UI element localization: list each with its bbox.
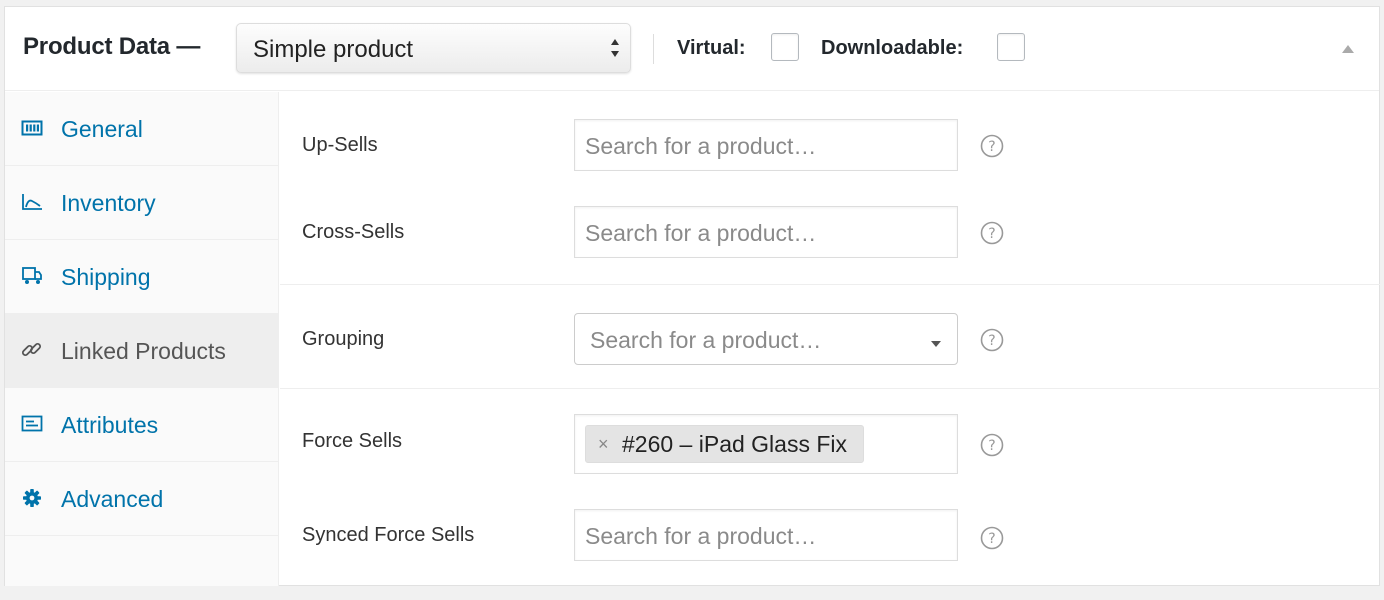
downloadable-checkbox[interactable]: [997, 33, 1025, 61]
inventory-icon: [21, 192, 43, 212]
upsells-input[interactable]: Search for a product…: [574, 119, 958, 171]
crosssells-placeholder: Search for a product…: [585, 220, 817, 246]
tab-general-label: General: [61, 116, 143, 142]
product-data-tabs: General Inventory Shipping Linked Produc…: [5, 92, 279, 586]
svg-text:?: ?: [988, 333, 995, 349]
grouping-select[interactable]: Search for a product…: [574, 313, 958, 365]
chevron-down-icon: [930, 335, 942, 347]
header-divider: [653, 34, 654, 64]
linked-products-content: Up-Sells Search for a product… ? Cross-S…: [280, 92, 1380, 586]
tab-advanced-label: Advanced: [61, 486, 164, 512]
group-divider: [280, 284, 1380, 285]
svg-text:?: ?: [988, 438, 995, 454]
attributes-icon: [21, 414, 43, 434]
forcesells-help-icon[interactable]: ?: [980, 433, 1004, 457]
forcesells-label: Force Sells: [302, 430, 403, 452]
tab-attributes[interactable]: Attributes: [5, 388, 278, 462]
crosssells-help-icon[interactable]: ?: [980, 221, 1004, 245]
tab-shipping[interactable]: Shipping: [5, 240, 278, 314]
tab-linked-products-label: Linked Products: [61, 338, 226, 364]
group-divider: [280, 388, 1380, 389]
crosssells-label: Cross-Sells: [302, 221, 405, 243]
gear-icon: [21, 488, 43, 508]
tab-general[interactable]: General: [5, 92, 278, 166]
forcesells-input[interactable]: × #260 – iPad Glass Fix: [574, 414, 958, 474]
downloadable-label: Downloadable:: [821, 37, 964, 59]
grouping-help-icon[interactable]: ?: [980, 328, 1004, 352]
tab-inventory[interactable]: Inventory: [5, 166, 278, 240]
general-icon: [21, 118, 43, 138]
link-icon: [21, 340, 43, 360]
upsells-help-icon[interactable]: ?: [980, 134, 1004, 158]
virtual-checkbox[interactable]: [771, 33, 799, 61]
svg-text:?: ?: [988, 226, 995, 242]
syncedforcesells-label: Synced Force Sells: [302, 524, 475, 546]
upsells-placeholder: Search for a product…: [585, 133, 817, 159]
tab-inventory-label: Inventory: [61, 190, 156, 216]
upsells-label: Up-Sells: [302, 134, 378, 156]
tab-shipping-label: Shipping: [61, 264, 151, 290]
select-arrows-icon: [610, 37, 620, 59]
svg-text:?: ?: [988, 139, 995, 155]
grouping-placeholder: Search for a product…: [590, 327, 822, 353]
tab-attributes-label: Attributes: [61, 412, 159, 438]
product-type-value: Simple product: [253, 36, 414, 63]
remove-token-icon[interactable]: ×: [598, 426, 609, 462]
product-data-panel: Product Data — Simple product Virtual: D…: [4, 6, 1380, 586]
panel-title: Product Data —: [23, 33, 201, 60]
grouping-label: Grouping: [302, 328, 385, 350]
collapse-arrow-icon[interactable]: [1341, 41, 1355, 53]
crosssells-input[interactable]: Search for a product…: [574, 206, 958, 258]
virtual-label: Virtual:: [677, 37, 746, 59]
syncedforcesells-placeholder: Search for a product…: [585, 523, 817, 549]
syncedforcesells-help-icon[interactable]: ?: [980, 526, 1004, 550]
panel-header: Product Data — Simple product Virtual: D…: [5, 7, 1379, 91]
product-type-select[interactable]: Simple product: [236, 23, 631, 73]
svg-text:?: ?: [988, 531, 995, 547]
tab-linked-products[interactable]: Linked Products: [5, 314, 278, 388]
selected-product-token: × #260 – iPad Glass Fix: [585, 425, 865, 463]
tab-advanced[interactable]: Advanced: [5, 462, 278, 536]
syncedforcesells-input[interactable]: Search for a product…: [574, 509, 958, 561]
selected-product-label: #260 – iPad Glass Fix: [622, 431, 848, 457]
shipping-icon: [21, 266, 43, 286]
